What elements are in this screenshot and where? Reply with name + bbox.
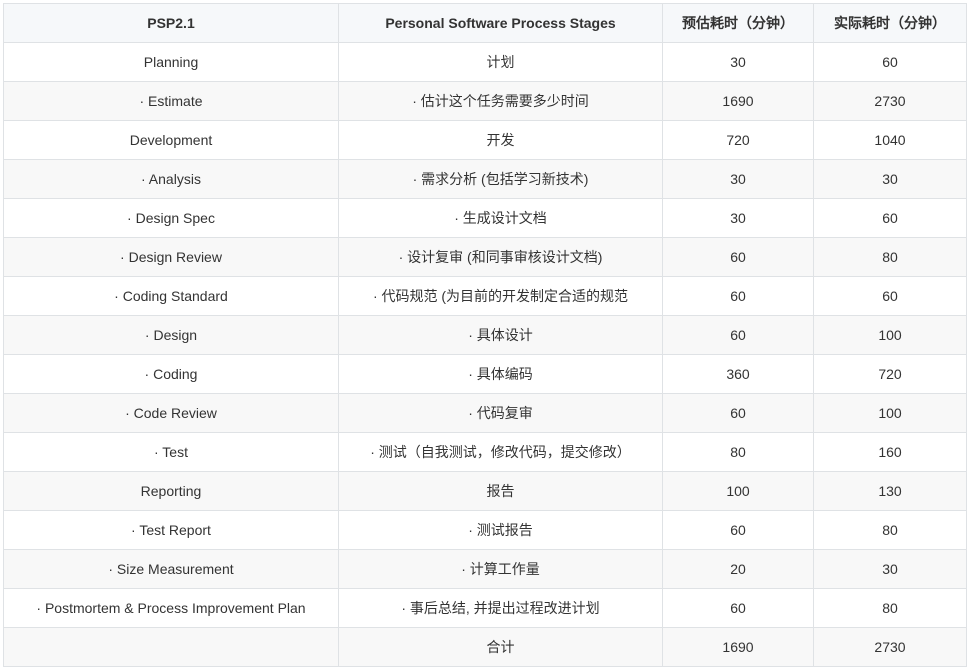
cell-psp: Planning xyxy=(3,42,339,82)
cell-actual: 30 xyxy=(813,549,967,589)
cell-actual: 60 xyxy=(813,42,967,82)
total-row: 合计 1690 2730 xyxy=(3,627,967,667)
cell-estimated: 20 xyxy=(662,549,814,589)
cell-estimated: 60 xyxy=(662,237,814,277)
cell-actual: 80 xyxy=(813,510,967,550)
cell-stage: · 代码复审 xyxy=(338,393,663,433)
cell-psp: · Postmortem & Process Improvement Plan xyxy=(3,588,339,628)
cell-estimated: 60 xyxy=(662,276,814,316)
cell-stage: · 代码规范 (为目前的开发制定合适的规范 xyxy=(338,276,663,316)
cell-psp: Development xyxy=(3,120,339,160)
cell-stage-total-label: 合计 xyxy=(338,627,663,667)
cell-psp: · Coding xyxy=(3,354,339,394)
cell-actual: 130 xyxy=(813,471,967,511)
table-header: PSP2.1 Personal Software Process Stages … xyxy=(3,3,967,43)
psp-table-container: PSP2.1 Personal Software Process Stages … xyxy=(3,3,967,667)
table-row: · Design Review · 设计复审 (和同事审核设计文档) 60 80 xyxy=(3,237,967,277)
cell-actual: 80 xyxy=(813,237,967,277)
cell-estimated: 360 xyxy=(662,354,814,394)
table-row: · Code Review · 代码复审 60 100 xyxy=(3,393,967,433)
cell-estimated: 80 xyxy=(662,432,814,472)
cell-actual: 100 xyxy=(813,315,967,355)
table-row: · Estimate · 估计这个任务需要多少时间 1690 2730 xyxy=(3,81,967,121)
cell-psp: · Test Report xyxy=(3,510,339,550)
cell-estimated-total: 1690 xyxy=(662,627,814,667)
header-actual-time: 实际耗时（分钟） xyxy=(813,3,967,43)
cell-psp: Reporting xyxy=(3,471,339,511)
cell-actual: 30 xyxy=(813,159,967,199)
table-row: Reporting 报告 100 130 xyxy=(3,471,967,511)
cell-estimated: 60 xyxy=(662,393,814,433)
cell-stage: · 具体编码 xyxy=(338,354,663,394)
table-row: · Test Report · 测试报告 60 80 xyxy=(3,510,967,550)
header-estimated-time: 预估耗时（分钟） xyxy=(662,3,814,43)
cell-psp: · Test xyxy=(3,432,339,472)
cell-stage: · 具体设计 xyxy=(338,315,663,355)
table-row: · Analysis · 需求分析 (包括学习新技术) 30 30 xyxy=(3,159,967,199)
table-body: Planning 计划 30 60 · Estimate · 估计这个任务需要多… xyxy=(3,42,967,667)
cell-actual: 720 xyxy=(813,354,967,394)
cell-estimated: 720 xyxy=(662,120,814,160)
header-psp: PSP2.1 xyxy=(3,3,339,43)
cell-estimated: 60 xyxy=(662,588,814,628)
cell-stage: · 测试（自我测试，修改代码，提交修改） xyxy=(338,432,663,472)
cell-psp: · Estimate xyxy=(3,81,339,121)
table-row: Development 开发 720 1040 xyxy=(3,120,967,160)
cell-actual-total: 2730 xyxy=(813,627,967,667)
cell-stage: · 设计复审 (和同事审核设计文档) xyxy=(338,237,663,277)
cell-stage: · 需求分析 (包括学习新技术) xyxy=(338,159,663,199)
cell-estimated: 60 xyxy=(662,315,814,355)
table-row: · Test · 测试（自我测试，修改代码，提交修改） 80 160 xyxy=(3,432,967,472)
cell-stage: · 计算工作量 xyxy=(338,549,663,589)
table-row: · Coding Standard · 代码规范 (为目前的开发制定合适的规范 … xyxy=(3,276,967,316)
cell-estimated: 30 xyxy=(662,198,814,238)
header-stages: Personal Software Process Stages xyxy=(338,3,663,43)
cell-stage: 计划 xyxy=(338,42,663,82)
cell-psp xyxy=(3,627,339,667)
table-row: · Size Measurement · 计算工作量 20 30 xyxy=(3,549,967,589)
cell-psp: · Analysis xyxy=(3,159,339,199)
table-row: · Postmortem & Process Improvement Plan … xyxy=(3,588,967,628)
cell-psp: · Design Review xyxy=(3,237,339,277)
cell-actual: 100 xyxy=(813,393,967,433)
cell-estimated: 1690 xyxy=(662,81,814,121)
cell-actual: 60 xyxy=(813,276,967,316)
cell-psp: · Coding Standard xyxy=(3,276,339,316)
cell-estimated: 100 xyxy=(662,471,814,511)
cell-stage: · 事后总结, 并提出过程改进计划 xyxy=(338,588,663,628)
cell-stage: 报告 xyxy=(338,471,663,511)
psp-table: PSP2.1 Personal Software Process Stages … xyxy=(3,3,967,667)
cell-actual: 80 xyxy=(813,588,967,628)
cell-psp: · Design xyxy=(3,315,339,355)
cell-stage: · 生成设计文档 xyxy=(338,198,663,238)
cell-actual: 2730 xyxy=(813,81,967,121)
header-row: PSP2.1 Personal Software Process Stages … xyxy=(3,3,967,43)
table-row: Planning 计划 30 60 xyxy=(3,42,967,82)
table-row: · Coding · 具体编码 360 720 xyxy=(3,354,967,394)
cell-estimated: 30 xyxy=(662,42,814,82)
cell-psp: · Size Measurement xyxy=(3,549,339,589)
cell-psp: · Design Spec xyxy=(3,198,339,238)
table-row: · Design Spec · 生成设计文档 30 60 xyxy=(3,198,967,238)
cell-actual: 1040 xyxy=(813,120,967,160)
cell-psp: · Code Review xyxy=(3,393,339,433)
cell-stage: 开发 xyxy=(338,120,663,160)
cell-actual: 160 xyxy=(813,432,967,472)
table-row: · Design · 具体设计 60 100 xyxy=(3,315,967,355)
cell-actual: 60 xyxy=(813,198,967,238)
cell-estimated: 30 xyxy=(662,159,814,199)
cell-stage: · 估计这个任务需要多少时间 xyxy=(338,81,663,121)
cell-stage: · 测试报告 xyxy=(338,510,663,550)
cell-estimated: 60 xyxy=(662,510,814,550)
